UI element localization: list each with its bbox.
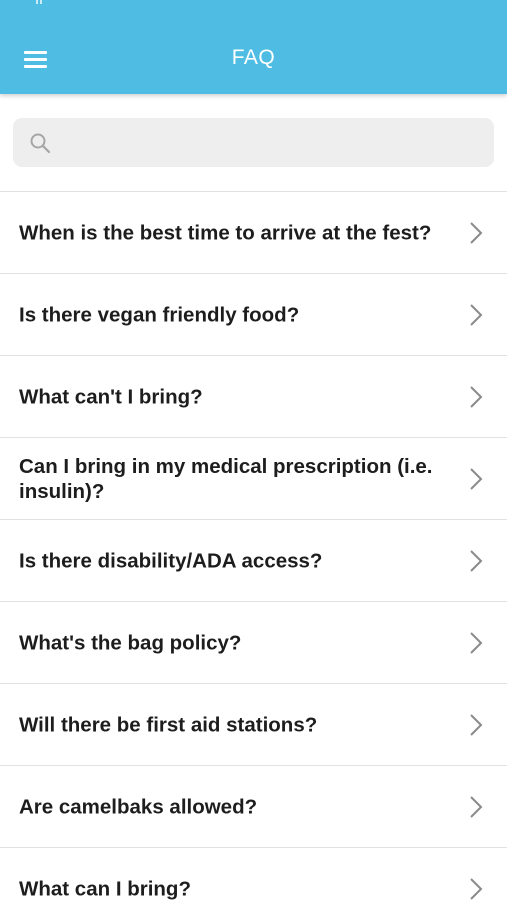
faq-question: What can't I bring? — [19, 385, 203, 408]
chevron-right-icon — [470, 303, 483, 326]
chevron-right-icon — [470, 877, 483, 900]
status-bar-icon — [34, 0, 44, 6]
faq-list: When is the best time to arrive at the f… — [0, 192, 507, 900]
faq-question: Are camelbaks allowed? — [19, 795, 258, 818]
chevron-right-icon — [470, 549, 483, 572]
faq-item[interactable]: What can't I bring? — [0, 356, 507, 438]
faq-question: Will there be first aid stations? — [19, 713, 318, 736]
faq-screen: FAQ When is the best time to arrive at t… — [0, 0, 507, 900]
chevron-right-icon — [470, 795, 483, 818]
faq-item[interactable]: Will there be first aid stations? — [0, 684, 507, 766]
faq-item[interactable]: Can I bring in my medical prescription (… — [0, 438, 507, 520]
chevron-right-icon — [470, 221, 483, 244]
chevron-right-icon — [470, 385, 483, 408]
app-header: FAQ — [0, 0, 507, 94]
search-icon — [30, 133, 51, 154]
chevron-right-icon — [470, 713, 483, 736]
page-title: FAQ — [231, 46, 276, 69]
faq-question: What's the bag policy? — [19, 631, 242, 654]
faq-item[interactable]: Is there vegan friendly food? — [0, 274, 507, 356]
faq-item[interactable]: Are camelbaks allowed? — [0, 766, 507, 848]
search-input[interactable] — [61, 118, 485, 169]
faq-question: Is there disability/ADA access? — [19, 549, 323, 572]
faq-item[interactable]: When is the best time to arrive at the f… — [0, 192, 507, 274]
faq-question: Can I bring in my medical prescription (… — [19, 454, 433, 503]
search-bar — [0, 94, 507, 192]
faq-item[interactable]: What's the bag policy? — [0, 602, 507, 684]
faq-question: When is the best time to arrive at the f… — [19, 221, 432, 244]
search-box[interactable] — [13, 118, 494, 169]
faq-item[interactable]: Is there disability/ADA access? — [0, 520, 507, 602]
chevron-right-icon — [470, 467, 483, 490]
faq-question: What can I bring? — [19, 877, 191, 900]
faq-question: Is there vegan friendly food? — [19, 303, 300, 326]
faq-item[interactable]: What can I bring? — [0, 848, 507, 900]
chevron-right-icon — [470, 631, 483, 654]
